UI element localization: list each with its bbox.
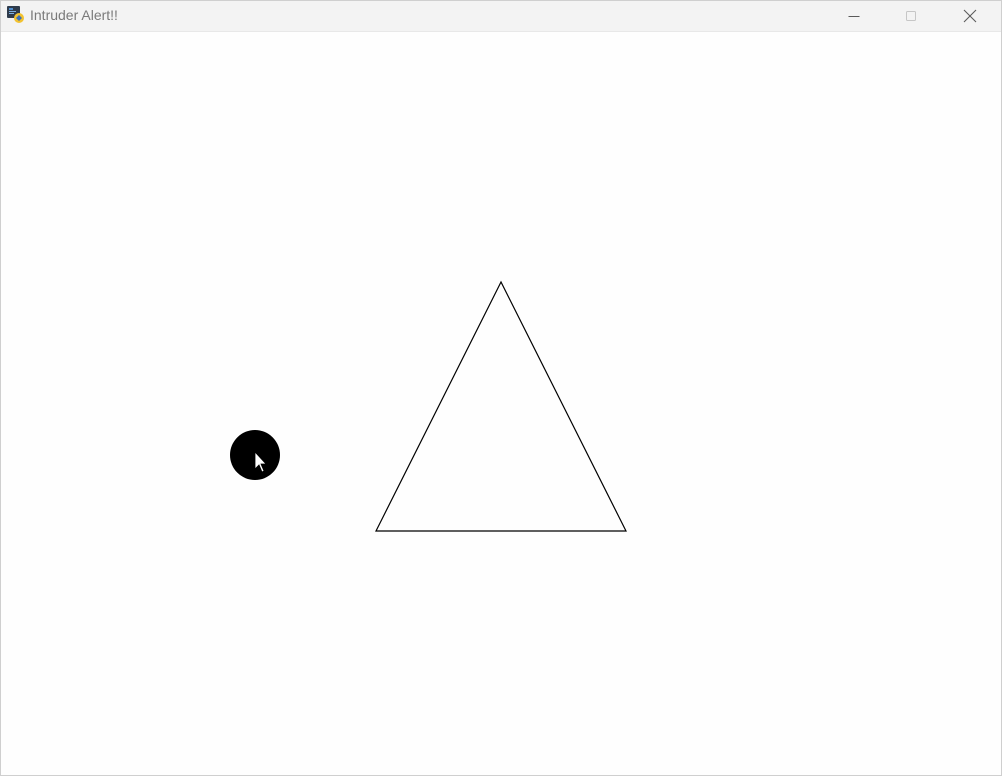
maximize-icon	[905, 10, 917, 22]
minimize-button[interactable]	[831, 1, 877, 31]
game-canvas[interactable]	[1, 32, 1001, 775]
minimize-icon	[848, 10, 860, 22]
app-window: Intruder Alert!!	[0, 0, 1002, 776]
close-icon	[963, 9, 977, 23]
python-icon	[7, 6, 24, 23]
triangle-outline	[375, 280, 627, 532]
close-button[interactable]	[947, 1, 993, 31]
title-bar[interactable]: Intruder Alert!!	[1, 1, 1001, 32]
maximize-button[interactable]	[888, 1, 934, 31]
window-title: Intruder Alert!!	[30, 7, 118, 23]
